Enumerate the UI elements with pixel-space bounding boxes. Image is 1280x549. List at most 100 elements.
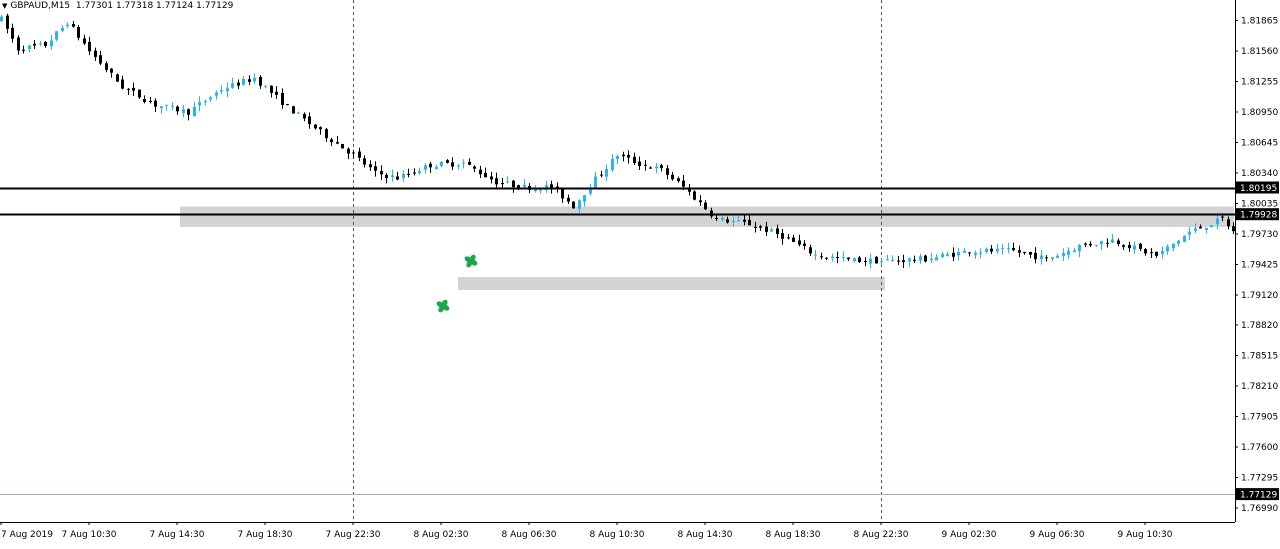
candle-body	[803, 243, 806, 247]
candle-body	[215, 92, 218, 96]
candle-body	[6, 15, 9, 29]
supply-zone	[458, 277, 885, 290]
candle-body	[1056, 255, 1059, 258]
candle-body	[1001, 248, 1004, 250]
price-tick-label: 1.79120	[1241, 291, 1278, 301]
candle-body	[187, 109, 190, 115]
candle-body	[396, 176, 399, 180]
level-price-label: 1.80195	[1240, 184, 1277, 194]
candle-body	[182, 109, 185, 114]
candle-body	[17, 37, 20, 51]
price-tick-label: 1.81560	[1241, 47, 1278, 57]
candle-body	[1007, 248, 1010, 250]
candle-body	[572, 201, 575, 209]
candle-body	[248, 79, 251, 82]
candle-body	[919, 256, 922, 261]
candle-body	[605, 168, 608, 177]
candle-body	[627, 154, 630, 158]
candle-body	[1221, 216, 1224, 218]
candle-body	[0, 16, 3, 21]
candle-body	[781, 233, 784, 239]
candle-body	[660, 165, 663, 169]
candle-body	[457, 165, 460, 167]
candle-body	[242, 78, 245, 85]
candle-body	[891, 259, 894, 262]
time-tick-label: 8 Aug 22:30	[854, 530, 909, 540]
candle-body	[836, 256, 839, 258]
candle-body	[226, 88, 229, 92]
price-tick-label: 1.79730	[1241, 230, 1278, 240]
candle-body	[1188, 231, 1191, 235]
candle-body	[286, 104, 289, 106]
candle-body	[1067, 250, 1070, 255]
candle-body	[341, 143, 344, 149]
candle-body	[1018, 250, 1021, 253]
candle-body	[490, 176, 493, 180]
candle-body	[594, 176, 597, 189]
candle-body	[116, 74, 119, 82]
candle-body	[897, 260, 900, 262]
candle-body	[330, 139, 333, 143]
candle-body	[358, 151, 361, 158]
time-tick-label: 8 Aug 06:30	[502, 530, 557, 540]
candle-body	[622, 154, 625, 157]
candle-body	[1095, 244, 1098, 246]
candle-body	[270, 85, 273, 93]
candle-body	[996, 248, 999, 252]
candle-body	[858, 257, 861, 263]
candle-body	[61, 27, 64, 31]
candle-body	[446, 160, 449, 163]
candle-body	[11, 27, 14, 39]
candle-body	[297, 112, 300, 114]
time-tick-label: 7 Aug 2019	[1, 530, 53, 540]
candle-body	[198, 102, 201, 106]
time-tick-label: 7 Aug 22:30	[326, 530, 381, 540]
candle-body	[644, 164, 647, 166]
candle-body	[1155, 251, 1158, 256]
candle-body	[451, 162, 454, 167]
candle-body	[473, 166, 476, 169]
candle-body	[1040, 255, 1043, 260]
candle-body	[935, 257, 938, 261]
candle-body	[957, 251, 960, 256]
candle-body	[611, 158, 614, 170]
candle-body	[1034, 252, 1037, 260]
candle-body	[737, 220, 740, 222]
price-tick-label: 1.81865	[1241, 17, 1278, 27]
time-tick-label: 8 Aug 10:30	[590, 530, 645, 540]
candle-body	[154, 100, 157, 107]
candle-body	[44, 42, 47, 47]
time-tick-label: 7 Aug 18:30	[238, 530, 293, 540]
candle-body	[633, 156, 636, 164]
candle-body	[924, 255, 927, 262]
candle-body	[1194, 228, 1197, 231]
candle-body	[325, 129, 328, 139]
candle-body	[28, 45, 31, 50]
candle-body	[798, 240, 801, 245]
candle-body	[1029, 251, 1032, 255]
candle-body	[308, 116, 311, 125]
candle-body	[1089, 243, 1092, 246]
candle-body	[1106, 242, 1109, 244]
candle-body	[715, 217, 718, 219]
candle-body	[1199, 226, 1202, 229]
chart-menu-icon[interactable]: ▼	[2, 0, 7, 12]
supply-zone	[180, 206, 1234, 227]
chart-window[interactable]: 1.81865 1.81560 1.81255 1.80950 1.80645 1.803…	[0, 0, 1280, 545]
candle-body	[165, 104, 168, 106]
candle-body	[908, 258, 911, 262]
price-tick-label: 1.78515	[1241, 352, 1278, 362]
candle-body	[314, 124, 317, 129]
candle-body	[583, 195, 586, 202]
candle-body	[638, 161, 641, 167]
candle-body	[72, 24, 75, 27]
candle-body	[974, 252, 977, 255]
candle-body	[968, 252, 971, 254]
price-chart[interactable]: 1.81865 1.81560 1.81255 1.80950 1.80645 1.803…	[0, 0, 1280, 545]
candle-body	[578, 200, 581, 209]
candle-body	[726, 219, 729, 223]
candle-body	[913, 259, 916, 261]
candle-body	[484, 172, 487, 178]
candle-body	[985, 248, 988, 252]
candle-body	[963, 250, 966, 253]
